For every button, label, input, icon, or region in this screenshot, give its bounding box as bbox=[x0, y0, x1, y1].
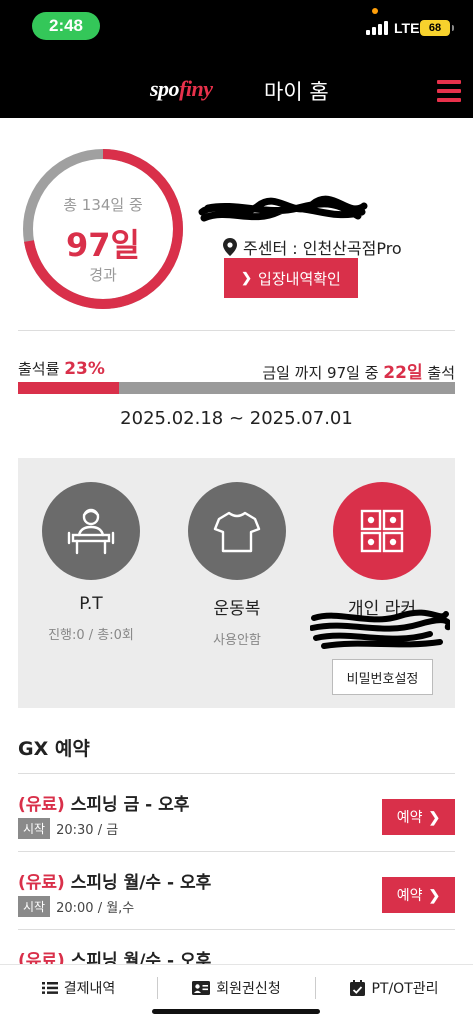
attendance-summary: 금일 까지 97일 중 22일 출석 bbox=[262, 358, 455, 383]
chevron-right-icon: ❯ bbox=[428, 808, 441, 825]
page-title: 마이 홈 bbox=[264, 80, 329, 104]
nav-payment-history[interactable]: 결제내역 bbox=[0, 965, 157, 1011]
service-locker[interactable]: 개인 라커 bbox=[333, 482, 431, 619]
gx-class-row: (유료) 스피닝 월/수 - 오후 시작 20:00 / 월,수 예약 ❯ bbox=[18, 851, 455, 929]
location-pin-icon bbox=[223, 238, 237, 256]
start-badge: 시작 bbox=[18, 818, 51, 839]
nav-label: 결제내역 bbox=[63, 981, 116, 997]
gx-class-name: (유료) 스피닝 월/수 - 오후 bbox=[18, 868, 211, 893]
attendance-progress-fill bbox=[18, 382, 119, 394]
nav-pt-ot-management[interactable]: PT/OT관리 bbox=[316, 965, 473, 1011]
paid-tag: (유료) bbox=[18, 873, 65, 893]
gx-class-time: 시작 20:30 / 금 bbox=[18, 818, 118, 839]
app-header: spofiny 마이 홈 bbox=[0, 50, 473, 118]
attendance-rate-label: 출석률 bbox=[18, 360, 60, 378]
home-center: 주센터 : 인천산곡점Pro bbox=[223, 235, 402, 259]
calendar-check-icon bbox=[350, 980, 366, 996]
nav-membership-apply[interactable]: 회원권신청 bbox=[158, 965, 315, 1011]
locker-password-button[interactable]: 비밀번호설정 bbox=[332, 659, 433, 695]
section-divider bbox=[18, 330, 455, 331]
gx-class-time: 시작 20:00 / 월,수 bbox=[18, 896, 134, 917]
nav-label: 회원권신청 bbox=[216, 981, 281, 997]
redacted-member-name bbox=[198, 195, 368, 222]
status-bar: 2:48 LTE 68 bbox=[0, 0, 473, 50]
class-title: 스피닝 금 - 오후 bbox=[70, 795, 190, 815]
locker-icon bbox=[333, 482, 431, 580]
service-pt[interactable]: P.T 진행:0 / 총:0회 bbox=[42, 482, 140, 643]
spofiny-logo[interactable]: spofiny bbox=[150, 76, 213, 102]
attendance-summary-suffix: 출석 bbox=[427, 364, 455, 382]
battery-icon: 68 bbox=[420, 20, 454, 36]
reserve-button[interactable]: 예약 ❯ bbox=[382, 799, 455, 835]
gx-class-name: (유료) 스피닝 금 - 오후 bbox=[18, 790, 189, 815]
start-badge: 시작 bbox=[18, 896, 51, 917]
hamburger-icon[interactable] bbox=[437, 80, 461, 104]
attended-days-value: 22일 bbox=[383, 363, 423, 383]
paid-tag: (유료) bbox=[18, 795, 65, 815]
ring-label: 총 134일 중 97일 경과 bbox=[22, 148, 184, 310]
cellular-signal-icon bbox=[366, 21, 390, 35]
service-sportswear[interactable]: 운동복 사용안함 bbox=[188, 482, 286, 648]
entry-history-label: 입장내역확인 bbox=[258, 270, 341, 288]
attendance-summary-prefix: 금일 까지 97일 중 bbox=[262, 364, 379, 382]
privacy-indicator-icon bbox=[372, 8, 378, 14]
reserve-button[interactable]: 예약 ❯ bbox=[382, 877, 455, 913]
reserve-label: 예약 bbox=[396, 809, 423, 825]
network-type: LTE bbox=[394, 20, 420, 36]
attendance-rate-value: 23% bbox=[64, 359, 105, 379]
service-title: P.T bbox=[79, 594, 103, 614]
class-time: 20:00 / 월,수 bbox=[56, 901, 135, 916]
chevron-right-icon: ❯ bbox=[241, 270, 253, 285]
list-icon bbox=[41, 982, 58, 994]
home-indicator bbox=[152, 1009, 320, 1014]
service-subtitle: 사용안함 bbox=[213, 633, 261, 648]
center-name: 주센터 : 인천산곡점Pro bbox=[243, 239, 402, 258]
logo-text-part2: finy bbox=[179, 76, 213, 101]
gx-class-row: (유료) 스피닝 금 - 오후 시작 20:30 / 금 예약 ❯ bbox=[18, 773, 455, 851]
total-days-text: 총 134일 중 bbox=[63, 196, 143, 214]
elapsed-days-text: 97일 bbox=[66, 226, 140, 264]
services-panel: P.T 진행:0 / 총:0회 운동복 사용안함 개인 라커 비밀번호설정 bbox=[18, 458, 455, 708]
entry-history-button[interactable]: ❯ 입장내역확인 bbox=[224, 258, 358, 298]
reserve-label: 예약 bbox=[396, 887, 423, 903]
class-title: 스피닝 월/수 - 오후 bbox=[70, 873, 212, 893]
membership-date-range: 2025.02.18 ~ 2025.07.01 bbox=[120, 408, 353, 429]
bottom-navigation: 결제내역 회원권신청 PT/OT관리 bbox=[0, 964, 473, 1024]
trainer-icon bbox=[42, 482, 140, 580]
gx-section-title: GX 예약 bbox=[18, 738, 90, 760]
tshirt-icon bbox=[188, 482, 286, 580]
nav-label: PT/OT관리 bbox=[371, 981, 439, 997]
redacted-locker-info bbox=[310, 609, 450, 649]
service-title: 운동복 bbox=[213, 599, 261, 619]
service-subtitle: 진행:0 / 총:0회 bbox=[48, 628, 134, 643]
id-card-icon bbox=[192, 981, 211, 995]
logo-text-part1: spo bbox=[150, 76, 180, 101]
class-time: 20:30 / 금 bbox=[56, 823, 119, 838]
chevron-right-icon: ❯ bbox=[428, 886, 441, 903]
attendance-rate: 출석률 23% bbox=[18, 358, 105, 379]
attendance-progress-bar bbox=[18, 382, 455, 394]
clock: 2:48 bbox=[32, 12, 100, 40]
elapsed-label: 경과 bbox=[89, 266, 117, 284]
